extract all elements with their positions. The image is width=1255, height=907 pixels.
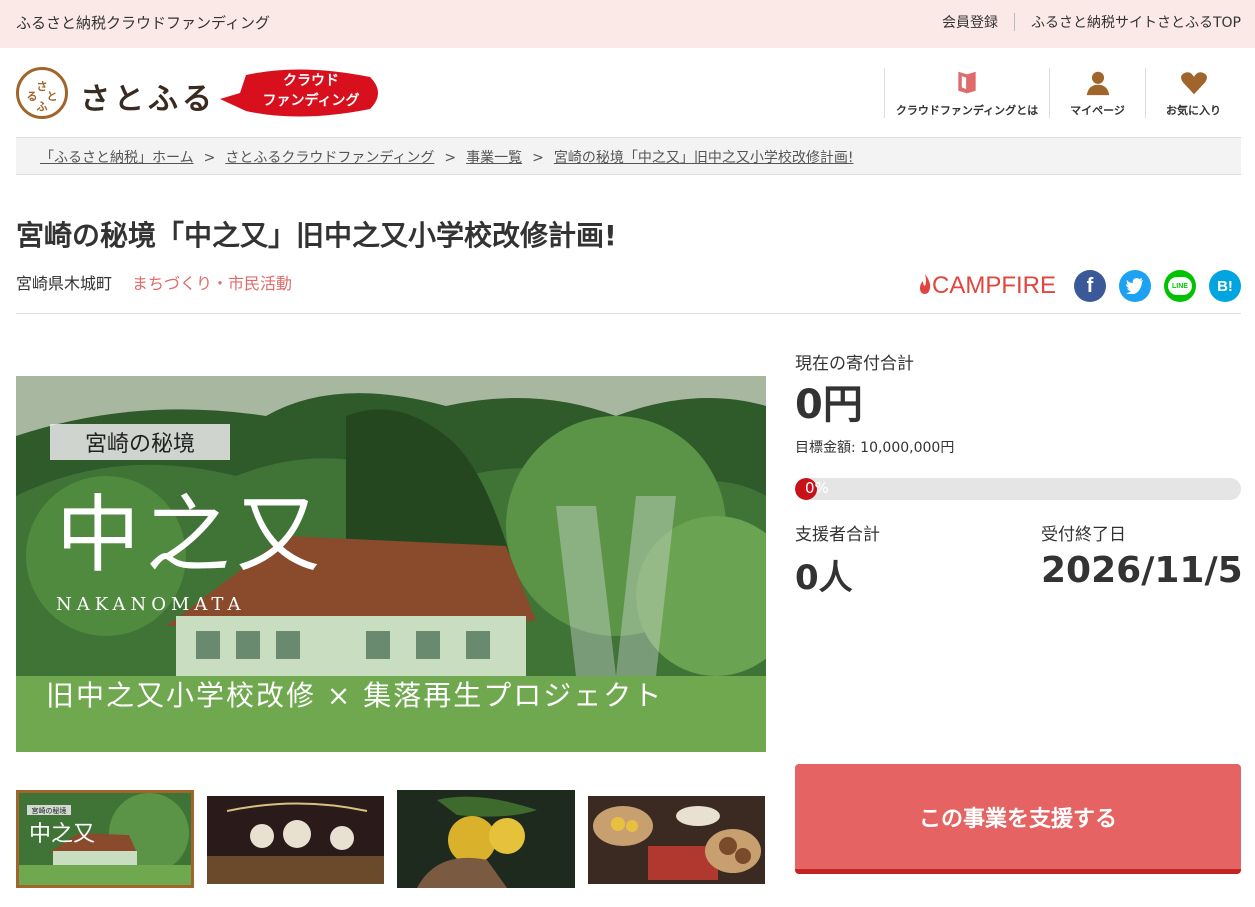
- breadcrumb-list[interactable]: 事業一覧: [466, 150, 522, 166]
- hatena-glyph: B!: [1217, 277, 1233, 295]
- nav-mypage[interactable]: マイページ: [1049, 68, 1145, 118]
- breadcrumb: 「ふるさと納税」ホーム > さとふるクラウドファンディング > 事業一覧 > 宮崎の秘境「中…: [16, 137, 1241, 175]
- badge-line1: クラウド: [283, 73, 339, 89]
- progress-bar: 0%: [795, 478, 1241, 500]
- nav-about[interactable]: クラウドファンディングとは: [884, 68, 1049, 118]
- nav-label: クラウドファンディングとは: [895, 104, 1039, 117]
- line-share-icon[interactable]: LINE: [1164, 270, 1196, 302]
- image-caption-bottom: 旧中之又小学校改修 × 集落再生プロジェクト: [46, 679, 664, 712]
- thumbnail-3[interactable]: [397, 790, 575, 888]
- svg-text:と: と: [47, 90, 58, 103]
- crowdfunding-badge[interactable]: クラウド ファンディング: [220, 67, 380, 119]
- image-caption-english: NAKANOMATA: [56, 594, 246, 615]
- main-project-image: 宮崎の秘境 中之又 NAKANOMATA 旧中之又小学校改修 × 集落再生プロジ…: [16, 376, 766, 752]
- total-label: 現在の寄付合計: [795, 354, 914, 374]
- twitter-share-icon[interactable]: [1119, 270, 1151, 302]
- thumbnail-2[interactable]: [207, 796, 384, 884]
- image-caption-big: 中之又: [56, 486, 327, 584]
- nav-label: マイページ: [1070, 104, 1125, 117]
- thumbnail-school-image: 宮崎の秘境 中之又: [19, 793, 191, 885]
- support-button[interactable]: この事業を支援する: [795, 764, 1241, 874]
- divider: [1013, 13, 1015, 31]
- backers-value: 0人: [795, 558, 853, 598]
- project-meta: 宮崎県木城町 まちづくり・市民活動: [16, 270, 292, 294]
- svg-text:宮崎の秘境: 宮崎の秘境: [32, 806, 67, 815]
- breadcrumb-separator: >: [444, 150, 457, 166]
- end-date-value: 2026/11/5: [1041, 550, 1243, 591]
- header-nav: クラウドファンディングとは マイページ お気に入り: [884, 68, 1241, 118]
- hatena-share-icon[interactable]: B!: [1209, 270, 1241, 302]
- heart-icon: [1180, 72, 1207, 95]
- book-icon: [958, 71, 976, 94]
- thumbnail-food-image: [588, 796, 765, 884]
- breadcrumb-current[interactable]: 宮崎の秘境「中之又」旧中之又小学校改修計画!: [554, 150, 854, 166]
- thumbnail-dance-image: [207, 796, 384, 884]
- breadcrumb-separator: >: [532, 150, 544, 166]
- logo-mark[interactable]: さ る と ふ: [16, 67, 68, 119]
- logo-icon: さ る と ふ: [27, 80, 58, 113]
- image-caption-small: 宮崎の秘境: [50, 424, 230, 460]
- header: さ る と ふ さとふる クラウド ファンディング クラウドファンディングとは: [0, 48, 1255, 138]
- person-icon: [1086, 71, 1109, 96]
- top-bar: ふるさと納税クラウドファンディング 会員登録 ふるさと納税サイトさとふるTOP: [0, 0, 1255, 48]
- line-glyph: LINE: [1172, 282, 1188, 290]
- facebook-share-icon[interactable]: f: [1074, 270, 1106, 302]
- site-name: ふるさと納税クラウドファンディング: [16, 14, 270, 32]
- nav-favorites[interactable]: お気に入り: [1145, 68, 1241, 118]
- badge-line2: ファンディング: [262, 93, 360, 109]
- divider: [16, 313, 1241, 314]
- campfire-text: CAMPFIRE: [932, 272, 1057, 299]
- thumbnail-citrus-image: [397, 790, 575, 888]
- project-category[interactable]: まちづくり・市民活動: [132, 274, 292, 293]
- svg-text:ふ: ふ: [37, 100, 48, 113]
- goal-amount: 目標金額: 10,000,000円: [795, 440, 955, 456]
- svg-text:中之又: 中之又: [29, 822, 95, 847]
- backers-label: 支援者合計: [795, 525, 880, 545]
- progress-percent: 0%: [805, 479, 829, 497]
- project-location: 宮崎県木城町: [16, 274, 113, 293]
- facebook-glyph: f: [1086, 274, 1094, 297]
- badge-text: クラウド ファンディング: [242, 71, 380, 111]
- end-date-label: 受付終了日: [1041, 525, 1126, 545]
- total-value: 0円: [795, 382, 863, 428]
- nav-label: お気に入り: [1166, 104, 1221, 117]
- breadcrumb-crowdfunding[interactable]: さとふるクラウドファンディング: [225, 150, 434, 166]
- flame-icon: [920, 274, 931, 294]
- thumbnail-1[interactable]: 宮崎の秘境 中之又: [16, 790, 194, 888]
- page-title: 宮崎の秘境「中之又」旧中之又小学校改修計画!: [16, 219, 617, 252]
- logo-text[interactable]: さとふる: [80, 74, 216, 118]
- bird-icon: [1126, 278, 1143, 294]
- register-link[interactable]: 会員登録: [942, 12, 998, 32]
- breadcrumb-home[interactable]: 「ふるさと納税」ホーム: [40, 150, 194, 166]
- top-links: 会員登録 ふるさと納税サイトさとふるTOP: [942, 12, 1241, 32]
- breadcrumb-separator: >: [203, 150, 216, 166]
- campfire-logo[interactable]: CAMPFIRE: [918, 272, 1056, 300]
- thumbnail-4[interactable]: [588, 796, 765, 884]
- main-site-link[interactable]: ふるさと納税サイトさとふるTOP: [1031, 12, 1241, 32]
- line-bubble: LINE: [1168, 277, 1192, 295]
